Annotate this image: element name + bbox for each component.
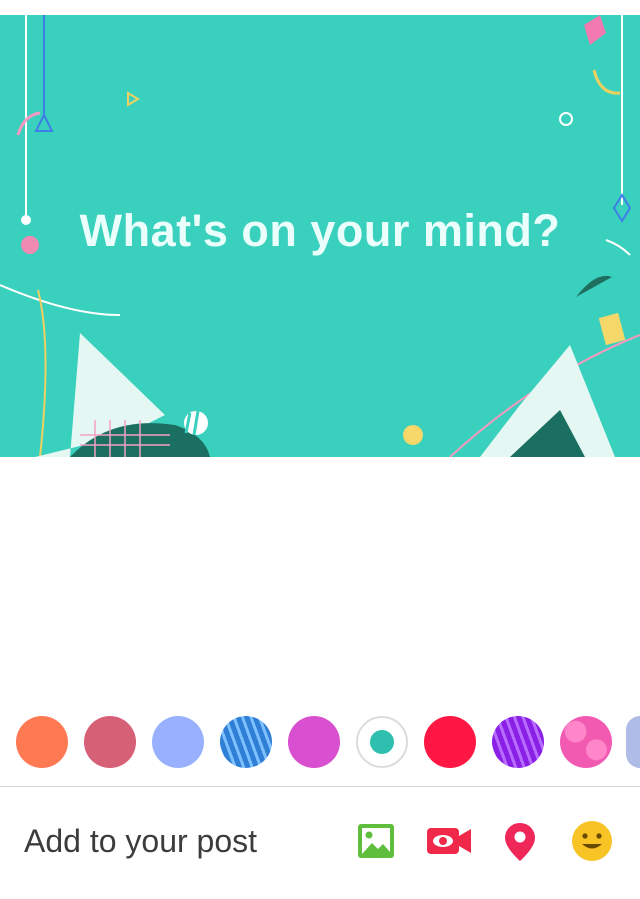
- swatch-teal-selected[interactable]: [356, 716, 408, 768]
- swatch-pink-muted[interactable]: [84, 716, 136, 768]
- status-prompt-text[interactable]: What's on your mind?: [0, 205, 640, 257]
- swatch-red[interactable]: [424, 716, 476, 768]
- swatch-blue-pattern[interactable]: [220, 716, 272, 768]
- add-to-post-label: Add to your post: [24, 823, 258, 859]
- video-icon: [427, 828, 471, 854]
- feeling-button[interactable]: [570, 819, 614, 863]
- location-pin-icon: [505, 823, 535, 861]
- swatch-pink-hearts[interactable]: [560, 716, 612, 768]
- photo-icon: [358, 824, 394, 858]
- smiley-icon: [572, 821, 612, 861]
- selected-indicator: [370, 730, 394, 754]
- swatch-purple-pattern[interactable]: [492, 716, 544, 768]
- swatch-partial[interactable]: [626, 716, 640, 768]
- photo-button[interactable]: [354, 819, 398, 863]
- background-palette: [0, 712, 640, 772]
- add-to-post-bar: Add to your post: [0, 787, 640, 899]
- location-button[interactable]: [498, 819, 542, 863]
- composer-banner[interactable]: What's on your mind?: [0, 15, 640, 457]
- video-button[interactable]: [426, 819, 471, 863]
- swatch-magenta[interactable]: [288, 716, 340, 768]
- swatch-orange-dotted[interactable]: [16, 716, 68, 768]
- swatch-periwinkle[interactable]: [152, 716, 204, 768]
